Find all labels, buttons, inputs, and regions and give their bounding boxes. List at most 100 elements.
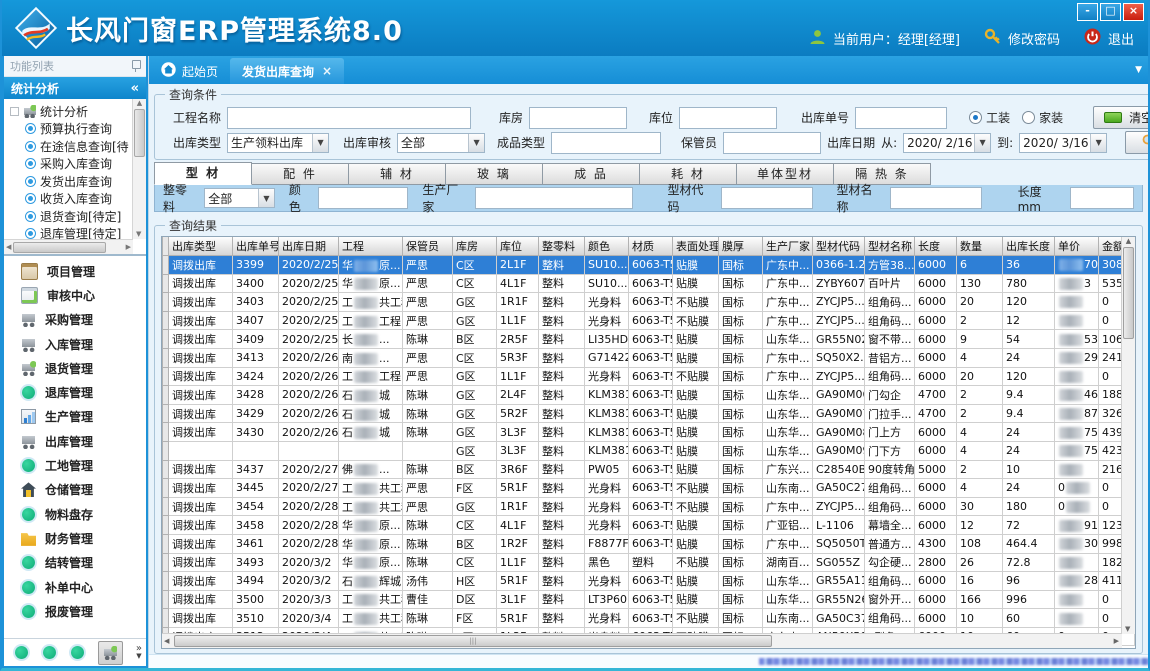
order-no-input[interactable] — [855, 107, 947, 129]
overflow-chevron[interactable]: »▼ — [136, 645, 142, 660]
sidebar-tree-item[interactable]: 发货出库查询 — [10, 173, 146, 191]
warehouse-input[interactable] — [529, 107, 627, 129]
column-header[interactable]: 型材代码 — [813, 237, 865, 256]
column-header[interactable]: 长度 — [915, 237, 957, 256]
tab-list-dropdown-icon[interactable]: ▼ — [1135, 65, 1142, 75]
column-header[interactable]: 数量 — [957, 237, 1003, 256]
sidebar-tree-item[interactable]: 采购入库查询 — [10, 155, 146, 173]
tree-horizontal-scrollbar[interactable]: ◀▶ — [4, 239, 133, 254]
table-row[interactable]: 调拨出库35002020/3/3工共工程曹佳D区3L1F整料LT3P606063… — [163, 590, 1135, 609]
sidebar-item-退库管理[interactable]: 退库管理 — [4, 380, 146, 404]
column-header[interactable]: 材质 — [629, 237, 673, 256]
table-row[interactable]: 调拨出库34292020/2/26石城陈琳G区5R2F整料KLM38176063… — [163, 404, 1135, 423]
collapse-icon[interactable]: « — [131, 81, 139, 96]
maker-input[interactable] — [475, 187, 633, 209]
sidebar-item-物料盘存[interactable]: 物料盘存 — [4, 502, 146, 526]
radio-industrial[interactable]: 工装 — [969, 109, 1010, 126]
column-header[interactable]: 颜色 — [585, 237, 629, 256]
sidebar-item-财务管理[interactable]: 财务管理 — [4, 526, 146, 550]
date-from-picker[interactable]: 2020/ 2/16▼ — [903, 133, 991, 153]
table-row[interactable]: 调拨出库34282020/2/26石城陈琳G区2L4F整料KLM38176063… — [163, 386, 1135, 405]
material-tab[interactable]: 成 品 — [543, 163, 640, 185]
shortcut-circle-icon[interactable] — [43, 646, 56, 659]
table-row[interactable]: 调拨出库34132020/2/26南...严思C区5R3F整料G71422606… — [163, 348, 1135, 367]
column-header[interactable]: 保管员 — [403, 237, 453, 256]
table-row[interactable]: 调拨出库34072020/2/25工工程严思G区1L1F整料光身料6063-T5… — [163, 311, 1135, 330]
grid-vertical-scrollbar[interactable]: ▲▼ — [1121, 237, 1135, 634]
table-row[interactable]: 调拨出库34092020/2/25长...陈琳B区2R5F整料LI35HD606… — [163, 330, 1135, 349]
sidebar-item-退货管理[interactable]: 退货管理 — [4, 356, 146, 380]
table-row[interactable]: 调拨出库34242020/2/26工工程严思G区1L1F整料光身料6063-T5… — [163, 367, 1135, 386]
sidebar-tree-item[interactable]: 预算执行查询 — [10, 120, 146, 138]
sidebar-item-出库管理[interactable]: 出库管理 — [4, 429, 146, 453]
table-row[interactable]: 调拨出库34452020/2/27工共工程严思F区5R1F整料光身料6063-T… — [163, 479, 1135, 498]
table-row[interactable]: 调拨出库35102020/3/4工共工程陈琳F区5R1F整料光身料6063-T5… — [163, 609, 1135, 628]
table-row[interactable]: 调拨出库34932020/3/2华原...陈琳C区1L1F整料黑色塑料不贴膜国标… — [163, 553, 1135, 572]
sidebar-item-补单中心[interactable]: 补单中心 — [4, 575, 146, 599]
clear-conditions-button[interactable]: 清空条件 — [1093, 106, 1150, 129]
sidebar-item-项目管理[interactable]: 项目管理 — [4, 259, 146, 283]
table-row[interactable]: 调拨出库34542020/2/28工共工程严思G区1R1F整料光身料6063-T… — [163, 497, 1135, 516]
table-row[interactable]: 调拨出库34582020/2/28华原...陈琳C区4L1F整料光身料6063-… — [163, 516, 1135, 535]
product-type-input[interactable] — [551, 132, 661, 154]
column-header[interactable]: 单价 — [1055, 237, 1099, 256]
tree-vertical-scrollbar[interactable]: ▲▼ — [132, 99, 146, 239]
tree-root-statistics[interactable]: 统计分析 — [10, 102, 146, 120]
sidebar-tree-item[interactable]: 收货入库查询 — [10, 190, 146, 208]
logout-link[interactable]: 退出 — [1108, 29, 1134, 48]
column-header[interactable]: 出库单号 — [233, 237, 279, 256]
search-button[interactable]: 查 询 — [1125, 131, 1150, 154]
sidebar-item-采购管理[interactable]: 采购管理 — [4, 308, 146, 332]
sidebar-item-入库管理[interactable]: 入库管理 — [4, 332, 146, 356]
sidebar-item-结转管理[interactable]: 结转管理 — [4, 551, 146, 575]
column-header[interactable]: 型材名称 — [865, 237, 915, 256]
material-tab[interactable]: 单体型材 — [737, 163, 834, 185]
sidebar-tree-item[interactable]: 在途信息查询[待 — [10, 138, 146, 156]
sidebar-item-工地管理[interactable]: 工地管理 — [4, 453, 146, 477]
color-input[interactable] — [318, 187, 408, 209]
table-row[interactable]: 调拨出库34302020/2/26石城陈琳G区3L3F整料KLM38176063… — [163, 423, 1135, 442]
sidebar-item-审核中心[interactable]: 审核中心 — [4, 283, 146, 307]
column-header[interactable]: 库位 — [497, 237, 539, 256]
shortcut-circle-icon[interactable] — [71, 646, 84, 659]
table-row[interactable]: 调拨出库34612020/2/28华原...陈琳B区1R2F整料F8877FT6… — [163, 534, 1135, 553]
column-header[interactable]: 生产厂家 — [763, 237, 813, 256]
location-input[interactable] — [679, 107, 777, 129]
tab-close-icon[interactable]: × — [322, 64, 332, 78]
table-row[interactable]: 调拨出库33992020/2/25华原...严思C区2L1F整料SU10...6… — [163, 256, 1135, 275]
table-row[interactable]: G区3L3F整料KLM38176063-T5贴膜国标山东华...GA90M09.… — [163, 441, 1135, 460]
profile-code-input[interactable] — [721, 187, 813, 209]
out-type-select[interactable]: 生产领料出库▼ — [227, 133, 329, 153]
change-password-link[interactable]: 修改密码 — [1008, 29, 1060, 48]
column-header[interactable]: 库房 — [453, 237, 497, 256]
tree-expander-icon[interactable] — [10, 107, 19, 116]
keeper-input[interactable] — [723, 132, 821, 154]
tab-shipping-outbound-query[interactable]: 发货出库查询 × — [230, 58, 344, 84]
column-header[interactable]: 表面处理 — [673, 237, 719, 256]
table-row[interactable]: 调拨出库34942020/3/2石辉城汤伟H区5R1F整料光身料6063-T5贴… — [163, 572, 1135, 591]
column-header[interactable]: 出库类型 — [169, 237, 233, 256]
grid-horizontal-scrollbar[interactable]: ◀|||▶ — [162, 633, 1122, 648]
sidebar-item-仓储管理[interactable]: 仓储管理 — [4, 478, 146, 502]
tab-home[interactable]: 起始页 — [149, 58, 230, 84]
column-header[interactable]: 膜厚 — [719, 237, 763, 256]
radio-home[interactable]: 家装 — [1022, 109, 1063, 126]
project-name-input[interactable] — [227, 107, 471, 129]
sidebar-item-报废管理[interactable]: 报废管理 — [4, 599, 146, 623]
profile-name-input[interactable] — [890, 187, 982, 209]
maximize-button[interactable]: □ — [1100, 3, 1121, 21]
sidebar-item-生产管理[interactable]: 生产管理 — [4, 405, 146, 429]
sidebar-tree-item[interactable]: 退货查询[待定] — [10, 208, 146, 226]
table-row[interactable]: 调拨出库34032020/2/25工共工程严思G区1R1F整料光身料6063-T… — [163, 293, 1135, 312]
date-to-picker[interactable]: 2020/ 3/16▼ — [1019, 133, 1107, 153]
close-button[interactable]: × — [1123, 3, 1144, 21]
pin-icon[interactable] — [131, 60, 140, 72]
column-header[interactable]: 出库日期 — [279, 237, 339, 256]
shortcut-circle-icon[interactable] — [15, 646, 28, 659]
minimize-button[interactable]: - — [1077, 3, 1098, 21]
column-header[interactable]: 出库长度 — [1003, 237, 1055, 256]
length-input[interactable] — [1070, 187, 1134, 209]
sidebar-tree-item[interactable]: 退库管理[待定] — [10, 225, 146, 240]
column-header[interactable]: 工程 — [339, 237, 403, 256]
column-header[interactable]: 整零料 — [539, 237, 585, 256]
